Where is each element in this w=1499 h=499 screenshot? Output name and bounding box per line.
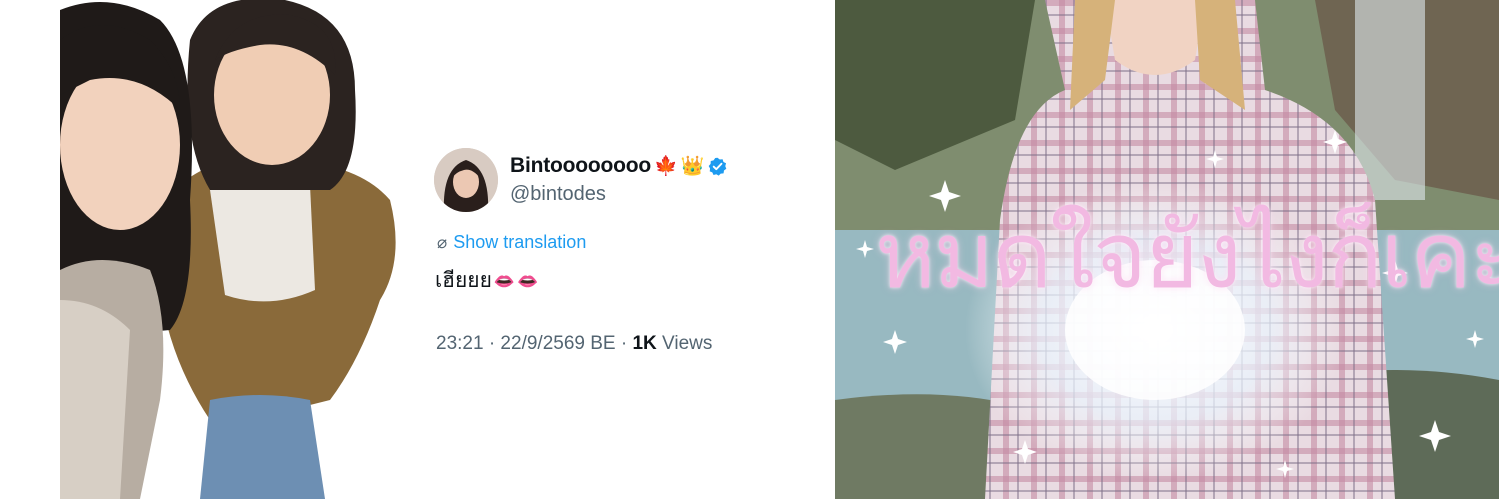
lips-icon: 👄 bbox=[493, 272, 516, 292]
show-translation-row[interactable]: ⌀ Show translation bbox=[437, 232, 586, 253]
left-photo bbox=[60, 0, 410, 499]
overlay-caption: หมดใจยังไงก็เคะ bbox=[875, 202, 1499, 309]
display-name[interactable]: Bintoooooooo bbox=[510, 154, 651, 178]
crown-icon: 👑 bbox=[680, 155, 705, 177]
right-photo: หมดใจยังไงก็เคะ bbox=[835, 0, 1499, 499]
show-translation-link[interactable]: Show translation bbox=[453, 232, 586, 253]
lips-icon: 👄 bbox=[517, 272, 539, 292]
tweet-metadata: 23:21 · 22/9/2569 BE · 1K Views bbox=[436, 333, 712, 355]
display-name-row: Bintoooooooo 🍁 👑 bbox=[510, 154, 727, 178]
avatar-portrait-icon bbox=[434, 148, 498, 212]
people-photo-illustration bbox=[60, 0, 396, 499]
views-label: Views bbox=[656, 333, 713, 354]
tweet-text-content: เฮียยย bbox=[435, 268, 492, 292]
tweet-text: เฮียยย 👄 👄 bbox=[435, 264, 538, 297]
user-handle[interactable]: @bintodes bbox=[510, 183, 606, 206]
tweet-timestamp[interactable]: 23:21 · 22/9/2569 BE · bbox=[436, 333, 632, 354]
maple-leaf-icon: 🍁 bbox=[654, 155, 678, 177]
verified-badge-icon bbox=[709, 157, 727, 176]
views-count: 1K bbox=[632, 333, 657, 354]
globe-icon: ⌀ bbox=[437, 232, 448, 252]
avatar[interactable] bbox=[434, 148, 498, 212]
